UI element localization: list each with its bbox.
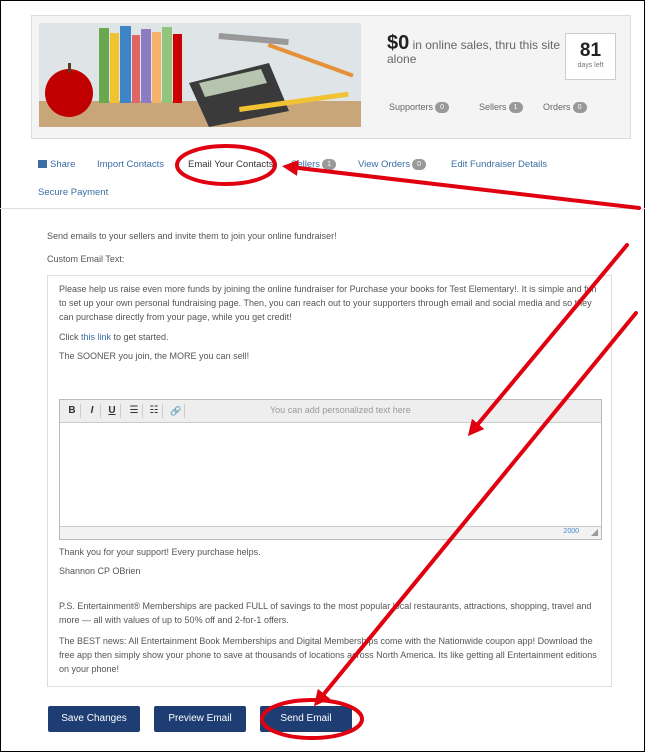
sales-amount: $0 xyxy=(387,32,410,54)
nav-sellers-badge: 1 xyxy=(322,159,337,170)
send-email-button[interactable]: Send Email xyxy=(260,706,352,732)
sellers-label: Sellers xyxy=(479,102,507,112)
email-ps: P.S. Entertainment® Memberships are pack… xyxy=(59,601,592,625)
italic-button[interactable]: I xyxy=(84,404,101,418)
orders-label: Orders xyxy=(543,102,571,112)
supporters-stat[interactable]: Supporters 0 xyxy=(389,102,450,114)
days-left-box: 81 days left xyxy=(565,33,616,80)
nav-edit-details[interactable]: Edit Fundraiser Details xyxy=(451,159,547,170)
supporters-label: Supporters xyxy=(389,102,434,112)
custom-email-label: Custom Email Text: xyxy=(47,254,125,264)
email-paragraph-1: Please help us raise even more funds by … xyxy=(59,284,597,322)
nav-import-contacts[interactable]: Import Contacts xyxy=(97,159,164,170)
supporters-badge: 0 xyxy=(435,102,450,114)
preview-email-button[interactable]: Preview Email xyxy=(154,706,246,732)
numbered-list-icon[interactable]: ☷ xyxy=(146,404,163,418)
save-changes-button[interactable]: Save Changes xyxy=(48,706,140,732)
days-left-number: 81 xyxy=(579,40,602,61)
nav-secure-payment[interactable]: Secure Payment xyxy=(38,187,108,198)
personalized-text-editor[interactable]: B I U ☰ ☷ 🔗 You can add personalized tex… xyxy=(59,399,602,540)
bullet-list-icon[interactable]: ☰ xyxy=(126,404,143,418)
sales-text: in online sales, thru this site alone xyxy=(387,38,560,66)
nav-share[interactable]: Share xyxy=(38,159,75,170)
nav-email-contacts[interactable]: Email Your Contacts xyxy=(188,159,274,170)
sales-summary: $0 in online sales, thru this site alone xyxy=(387,33,572,66)
days-left-label: days left xyxy=(577,62,604,69)
orders-badge: 0 xyxy=(572,102,587,114)
editor-toolbar: B I U ☰ ☷ 🔗 You can add personalized tex… xyxy=(60,400,601,423)
link-icon[interactable]: 🔗 xyxy=(168,404,185,418)
underline-button[interactable]: U xyxy=(104,404,121,418)
editor-statusbar: 2000 xyxy=(60,526,601,539)
email-click-line: Click this link to get started. xyxy=(59,332,169,342)
email-signature: Shannon CP OBrien xyxy=(59,566,141,576)
editor-placeholder: You can add personalized text here xyxy=(270,405,411,415)
banner-image xyxy=(39,23,361,127)
char-counter: 2000 xyxy=(563,528,579,535)
nav-view-orders[interactable]: View Orders 0 xyxy=(358,159,427,170)
email-thanks: Thank you for your support! Every purcha… xyxy=(59,547,261,557)
fundraiser-summary: $0 in online sales, thru this site alone… xyxy=(31,15,631,139)
email-sooner-line: The SOONER you join, the MORE you can se… xyxy=(59,351,250,361)
resize-handle-icon[interactable] xyxy=(591,529,598,536)
sellers-badge: 1 xyxy=(508,102,523,114)
grid-icon xyxy=(38,160,47,168)
bold-button[interactable]: B xyxy=(64,404,81,418)
this-link[interactable]: this link xyxy=(81,332,111,342)
email-best-news: The BEST news: All Entertainment Book Me… xyxy=(59,636,597,674)
orders-stat[interactable]: Orders 0 xyxy=(543,102,587,114)
intro-text: Send emails to your sellers and invite t… xyxy=(47,231,337,241)
nav-orders-badge: 0 xyxy=(412,159,427,170)
nav-sellers[interactable]: Sellers 1 xyxy=(291,159,337,170)
section-divider xyxy=(0,208,645,209)
sellers-stat[interactable]: Sellers 1 xyxy=(479,102,523,114)
